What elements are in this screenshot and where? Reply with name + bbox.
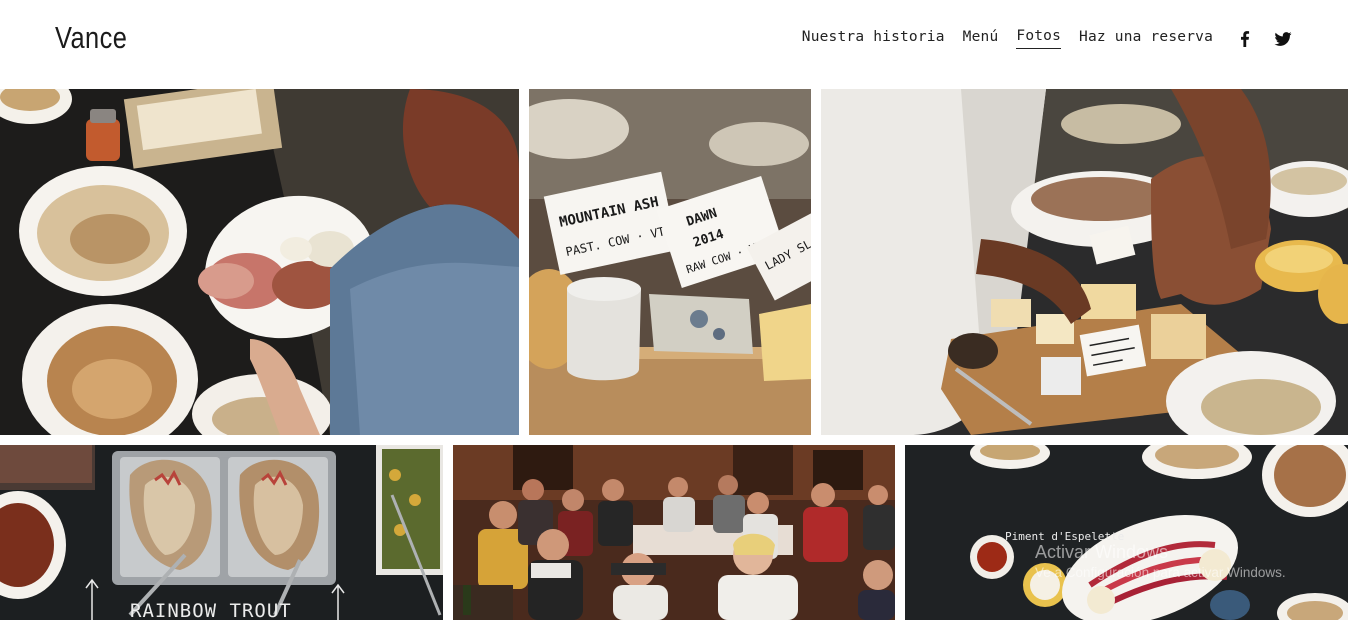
main-nav: Nuestra historia Menú Fotos Haz una rese… xyxy=(802,28,1293,49)
social-links xyxy=(1235,29,1293,49)
photo-cutting-cheese[interactable] xyxy=(821,89,1348,435)
chalk-rainbow-trout: RAINBOW TROUT xyxy=(130,600,292,620)
photo-cheese-plate-hand[interactable] xyxy=(0,89,519,435)
facebook-icon[interactable] xyxy=(1235,29,1255,49)
photo-rainbow-trout-image: RAINBOW TROUT xyxy=(0,445,443,620)
site-header: Vance Nuestra historia Menú Fotos Haz un… xyxy=(0,0,1348,89)
photo-platters[interactable]: Piment d'Espelette xyxy=(905,445,1348,620)
photo-dining-room[interactable] xyxy=(453,445,895,620)
watermark-title: Activar Windows xyxy=(1035,542,1169,562)
nav-link-reserva[interactable]: Haz una reserva xyxy=(1079,29,1213,49)
photo-cheese-plate-hand-image xyxy=(0,89,519,435)
nav-link-fotos[interactable]: Fotos xyxy=(1016,28,1062,49)
site-logo[interactable]: Vance xyxy=(55,20,127,56)
twitter-icon[interactable] xyxy=(1273,29,1293,49)
nav-link-historia[interactable]: Nuestra historia xyxy=(802,29,945,49)
photo-cheese-labels-image: MOUNTAIN ASH PAST. COW · VT DAWN 2014 RA… xyxy=(529,89,811,435)
photo-platters-image: Piment d'Espelette xyxy=(905,445,1348,620)
watermark-subtitle: Ve a Configuración para activar Windows. xyxy=(1035,565,1286,580)
photo-cheese-labels[interactable]: MOUNTAIN ASH PAST. COW · VT DAWN 2014 RA… xyxy=(529,89,811,435)
photo-rainbow-trout[interactable]: RAINBOW TROUT xyxy=(0,445,443,620)
photo-cutting-cheese-image xyxy=(821,89,1348,435)
nav-link-menu[interactable]: Menú xyxy=(963,29,999,49)
photo-dining-room-image xyxy=(453,445,895,620)
windows-activation-watermark: Activar Windows Ve a Configuración para … xyxy=(1035,542,1286,580)
